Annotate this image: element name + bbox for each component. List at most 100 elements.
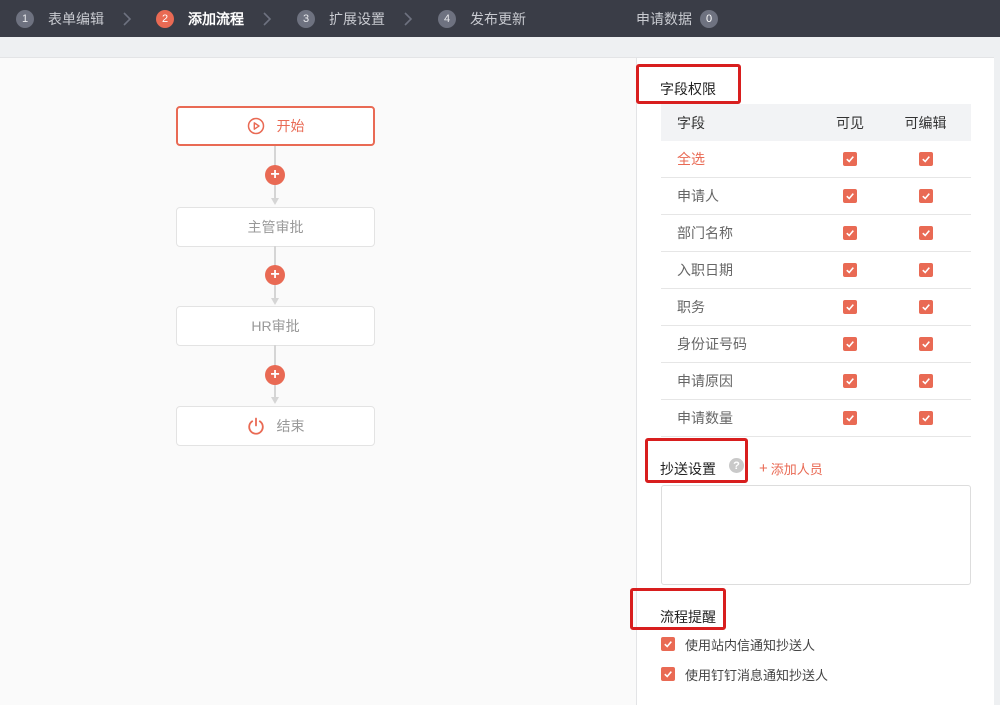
visible-checkbox[interactable] [843,337,857,351]
editable-checkbox[interactable] [918,300,933,314]
table-row: 入职日期 [661,252,971,289]
chevron-right-icon [403,0,413,37]
add-node-button[interactable]: + [265,165,285,185]
arrow-down-icon [271,198,279,205]
field-name: 申请人 [677,188,719,204]
header-editable: 可编辑 [904,114,947,131]
table-row: 申请原因 [661,363,971,400]
step-form-edit[interactable]: 1 表单编辑 [16,0,104,37]
table-row: 申请人 [661,178,971,215]
step-number: 1 [16,9,34,28]
visible-cell [820,189,880,203]
visible-checkbox[interactable] [843,374,857,388]
power-icon [247,417,265,435]
add-person-button[interactable]: + 添加人员 [759,459,823,478]
flow-node-label: 结束 [276,418,305,434]
editable-cell [880,189,971,203]
flow-node-end[interactable]: 结束 [176,406,375,446]
cc-recipients-box[interactable] [661,485,971,585]
step-number: 3 [297,9,315,28]
checkbox[interactable] [661,637,675,651]
editable-cell [880,374,971,388]
editable-cell [880,300,971,314]
table-row: 身份证号码 [661,326,971,363]
visible-cell [820,226,880,240]
field-name: 全选 [677,151,705,167]
add-person-label: 添加人员 [770,462,823,477]
field-name: 职务 [677,299,705,315]
editable-checkbox[interactable] [918,152,933,166]
select-all-row: 全选 [661,141,971,178]
editable-checkbox[interactable] [918,226,933,240]
field-name: 入职日期 [677,262,733,278]
reminder-option-internal-message[interactable]: 使用站内信通知抄送人 [661,635,815,653]
field-name: 身份证号码 [677,336,747,352]
visible-cell [820,300,880,314]
flow-node-start[interactable]: 开始 [176,106,375,146]
visible-checkbox[interactable] [843,189,857,203]
play-circle-icon [247,117,265,135]
header-visible: 可见 [836,114,864,131]
flow-canvas [0,57,636,705]
add-node-button[interactable]: + [265,265,285,285]
table-row: 申请数量 [661,400,971,437]
reminder-option-label: 使用站内信通知抄送人 [685,637,816,653]
step-label: 表单编辑 [48,10,104,27]
step-number: 4 [438,9,456,28]
apply-data-tab[interactable]: 申请数据 0 [636,0,718,37]
chevron-right-icon [122,0,132,37]
reminder-option-label: 使用钉钉消息通知抄送人 [685,667,829,683]
visible-checkbox[interactable] [843,152,857,166]
highlight-box [630,588,726,630]
editable-cell [880,152,971,166]
visible-checkbox[interactable] [843,263,857,277]
flow-node-label: 主管审批 [247,219,304,235]
arrow-down-icon [271,397,279,404]
scrollbar-track[interactable] [994,57,1000,705]
editable-cell [880,226,971,240]
arrow-down-icon [271,298,279,305]
apply-data-label: 申请数据 [636,10,692,27]
editable-checkbox[interactable] [918,411,933,425]
field-name: 申请原因 [677,373,733,389]
editable-checkbox[interactable] [918,374,933,388]
step-publish[interactable]: 4 发布更新 [438,0,526,37]
editable-checkbox[interactable] [918,337,933,351]
visible-checkbox[interactable] [843,411,857,425]
step-add-flow[interactable]: 2 添加流程 [156,0,244,37]
editable-checkbox[interactable] [918,189,933,203]
step-label: 扩展设置 [329,10,385,27]
checkbox[interactable] [661,667,675,681]
editable-cell [880,411,971,425]
add-node-button[interactable]: + [265,365,285,385]
step-label: 添加流程 [188,10,244,27]
flow-node-label: HR审批 [251,318,300,334]
visible-cell [820,374,880,388]
header-field: 字段 [677,114,705,131]
flow-node-manager-approval[interactable]: 主管审批 [176,207,375,247]
table-row: 部门名称 [661,215,971,252]
field-permissions-table: 字段 可见 可编辑 全选申请人部门名称入职日期职务身份证号码申请原因申请数量 [661,104,971,437]
step-extend-settings[interactable]: 3 扩展设置 [297,0,385,37]
editable-checkbox[interactable] [918,263,933,277]
editable-cell [880,337,971,351]
field-name: 部门名称 [677,225,733,241]
apply-data-count-badge: 0 [700,9,718,28]
visible-checkbox[interactable] [843,226,857,240]
step-label: 发布更新 [470,10,526,27]
highlight-box [636,64,741,104]
flow-node-hr-approval[interactable]: HR审批 [176,306,375,346]
step-number: 2 [156,9,174,28]
visible-cell [820,263,880,277]
steps-bar: 1 表单编辑 2 添加流程 3 扩展设置 4 发布更新 申请数据 0 [0,0,1000,37]
editable-cell [880,263,971,277]
visible-checkbox[interactable] [843,300,857,314]
help-icon[interactable]: ? [729,458,744,473]
visible-cell [820,337,880,351]
flow-node-label: 开始 [276,118,305,134]
field-name: 申请数量 [677,410,733,426]
visible-cell [820,411,880,425]
visible-cell [820,152,880,166]
reminder-option-dingtalk[interactable]: 使用钉钉消息通知抄送人 [661,665,828,683]
table-header: 字段 可见 可编辑 [661,104,971,141]
